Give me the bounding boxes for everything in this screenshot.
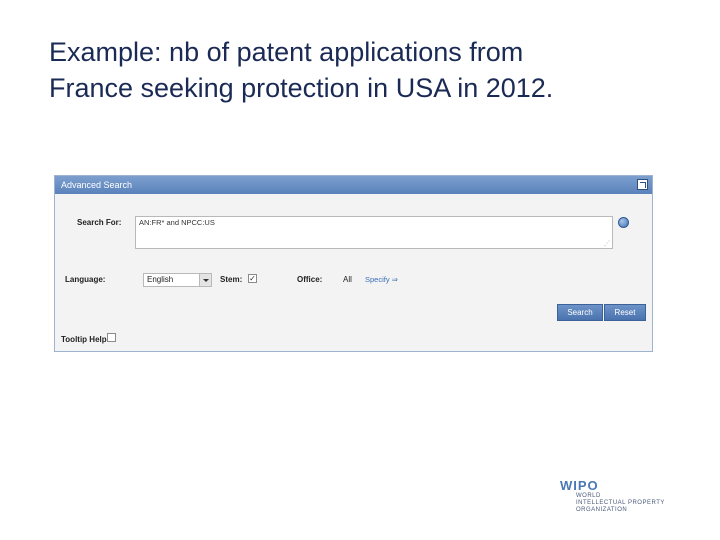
language-label: Language:	[65, 275, 106, 284]
office-value: All	[343, 275, 352, 284]
advanced-search-panel: Advanced Search Search For: AN:FR* and N…	[54, 175, 653, 352]
search-input[interactable]: AN:FR* and NPCC:US ⋰	[135, 216, 613, 249]
slide-title-line-2: France seeking protection in USA in 2012…	[49, 73, 554, 103]
office-label: Office:	[297, 275, 323, 284]
expand-icon[interactable]	[637, 179, 648, 190]
resize-grip-icon[interactable]: ⋰	[604, 240, 610, 247]
panel-header: Advanced Search	[55, 176, 652, 194]
help-icon[interactable]	[618, 217, 629, 228]
specify-link[interactable]: Specify ⇒	[365, 275, 398, 284]
slide-title-line-1: Example: nb of patent applications from	[49, 37, 524, 67]
slide-title: Example: nb of patent applications from …	[49, 34, 689, 106]
chevron-down-icon[interactable]	[199, 274, 211, 286]
tooltip-help-checkbox[interactable]	[107, 333, 116, 342]
reset-button[interactable]: Reset	[604, 304, 646, 321]
logo-sub-line-3: ORGANIZATION	[576, 507, 628, 513]
logo-sub-line-2: INTELLECTUAL PROPERTY	[576, 500, 665, 506]
logo-subtitle: WORLD INTELLECTUAL PROPERTY ORGANIZATION	[576, 493, 665, 514]
search-input-value: AN:FR* and NPCC:US	[139, 218, 215, 227]
wipo-logo: WIPO WORLD INTELLECTUAL PROPERTY ORGANIZ…	[560, 478, 665, 514]
stem-checkbox[interactable]: ✓	[248, 274, 257, 283]
search-label: Search For:	[77, 218, 122, 227]
stem-check-icon: ✓	[249, 274, 256, 283]
panel-title: Advanced Search	[61, 180, 133, 190]
logo-sub-line-1: WORLD	[576, 493, 601, 499]
search-button[interactable]: Search	[557, 304, 603, 321]
logo-main: WIPO	[560, 478, 599, 493]
language-selected-value: English	[147, 275, 174, 284]
language-select[interactable]: English	[143, 273, 212, 287]
stem-label: Stem:	[220, 275, 243, 284]
tooltip-help-label: Tooltip Help	[61, 335, 107, 344]
